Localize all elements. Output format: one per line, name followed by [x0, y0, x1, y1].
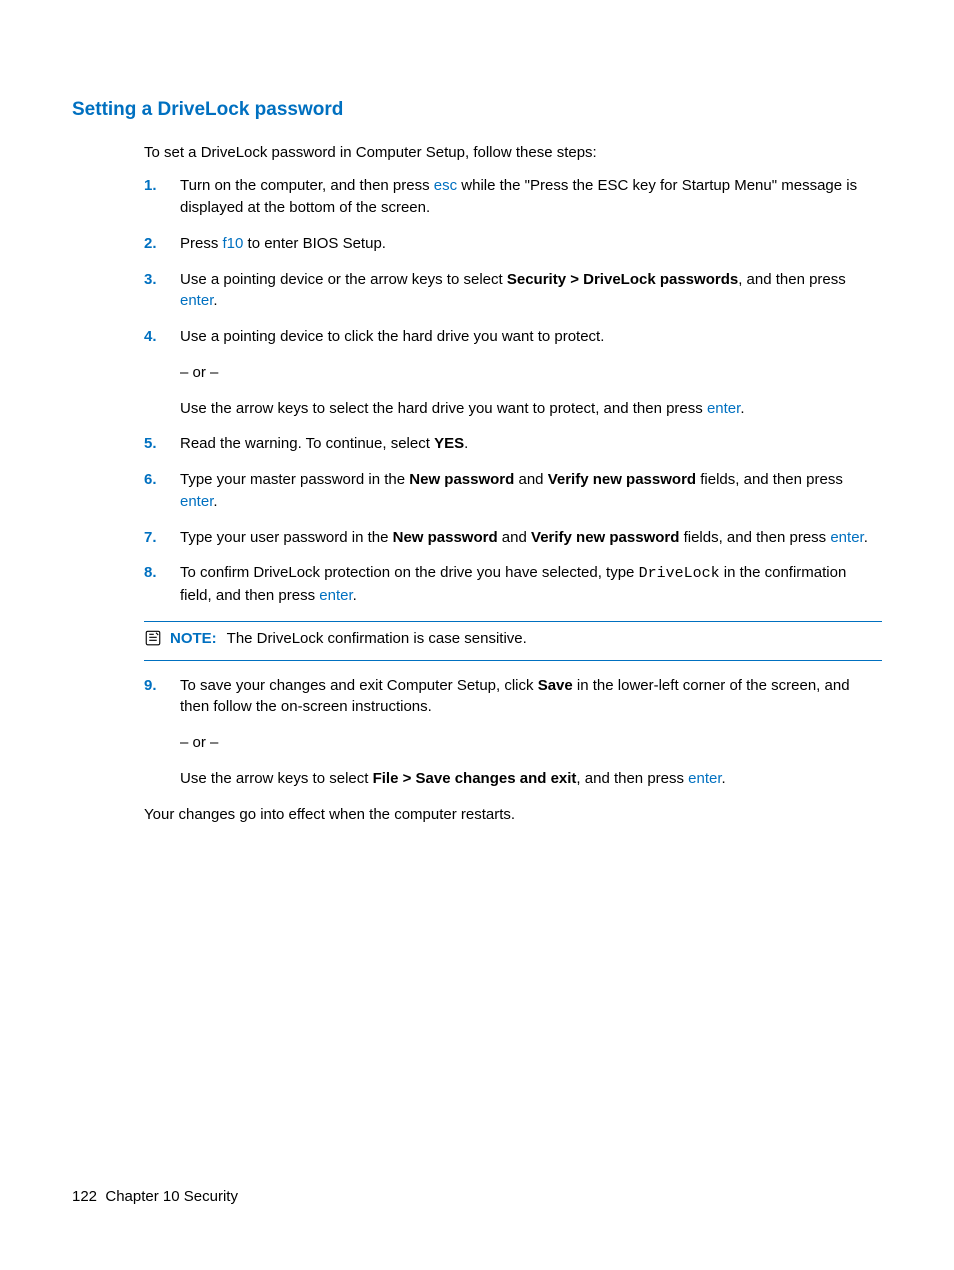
- document-page: Setting a DriveLock password To set a Dr…: [0, 0, 954, 825]
- step-text: Use a pointing device to click the hard …: [180, 328, 604, 345]
- key-enter: enter: [830, 529, 863, 546]
- step-list: 1. Turn on the computer, and then press …: [144, 175, 882, 607]
- step-text: Turn on the computer, and then press esc…: [180, 177, 857, 216]
- key-enter: enter: [319, 587, 352, 604]
- note-content: NOTE: The DriveLock confirmation is case …: [170, 628, 527, 650]
- note-text: The DriveLock confirmation is case sensi…: [227, 630, 527, 647]
- key-f10: f10: [223, 235, 244, 252]
- page-footer: 122 Chapter 10 Security: [72, 1186, 238, 1208]
- step-9: 9. To save your changes and exit Compute…: [144, 675, 882, 790]
- step-text: Type your user password in the New passw…: [180, 529, 868, 546]
- step-number: 9.: [144, 675, 157, 697]
- step-number: 4.: [144, 326, 157, 348]
- step-text-alt: Use the arrow keys to select the hard dr…: [180, 398, 882, 420]
- key-enter: enter: [707, 400, 740, 417]
- step-text: Use a pointing device or the arrow keys …: [180, 271, 846, 310]
- chapter-label: Chapter 10 Security: [105, 1188, 238, 1205]
- step-2: 2. Press f10 to enter BIOS Setup.: [144, 233, 882, 255]
- key-enter: enter: [180, 292, 213, 309]
- step-text: Type your master password in the New pas…: [180, 471, 843, 510]
- or-separator: – or –: [180, 732, 882, 754]
- step-1: 1. Turn on the computer, and then press …: [144, 175, 882, 219]
- step-text: To save your changes and exit Computer S…: [180, 677, 850, 716]
- step-list-continued: 9. To save your changes and exit Compute…: [144, 675, 882, 790]
- note-label: NOTE:: [170, 630, 217, 647]
- step-7: 7. Type your user password in the New pa…: [144, 527, 882, 549]
- step-text: Read the warning. To continue, select YE…: [180, 435, 468, 452]
- step-number: 5.: [144, 433, 157, 455]
- step-number: 2.: [144, 233, 157, 255]
- key-esc: esc: [434, 177, 457, 194]
- page-number: 122: [72, 1188, 97, 1205]
- key-enter: enter: [180, 493, 213, 510]
- step-number: 7.: [144, 527, 157, 549]
- step-3: 3. Use a pointing device or the arrow ke…: [144, 269, 882, 313]
- step-number: 1.: [144, 175, 157, 197]
- closing-text: Your changes go into effect when the com…: [144, 804, 882, 826]
- step-number: 8.: [144, 562, 157, 584]
- step-4: 4. Use a pointing device to click the ha…: [144, 326, 882, 419]
- intro-text: To set a DriveLock password in Computer …: [144, 142, 882, 164]
- note-box: NOTE: The DriveLock confirmation is case …: [144, 621, 882, 661]
- or-separator: – or –: [180, 362, 882, 384]
- step-text: Press f10 to enter BIOS Setup.: [180, 235, 386, 252]
- step-8: 8. To confirm DriveLock protection on th…: [144, 562, 882, 607]
- step-number: 6.: [144, 469, 157, 491]
- step-5: 5. Read the warning. To continue, select…: [144, 433, 882, 455]
- step-6: 6. Type your master password in the New …: [144, 469, 882, 513]
- note-icon: [144, 629, 164, 654]
- step-text: To confirm DriveLock protection on the d…: [180, 564, 846, 604]
- section-heading: Setting a DriveLock password: [72, 96, 882, 124]
- key-enter: enter: [688, 770, 721, 787]
- step-number: 3.: [144, 269, 157, 291]
- step-text-alt: Use the arrow keys to select File > Save…: [180, 768, 882, 790]
